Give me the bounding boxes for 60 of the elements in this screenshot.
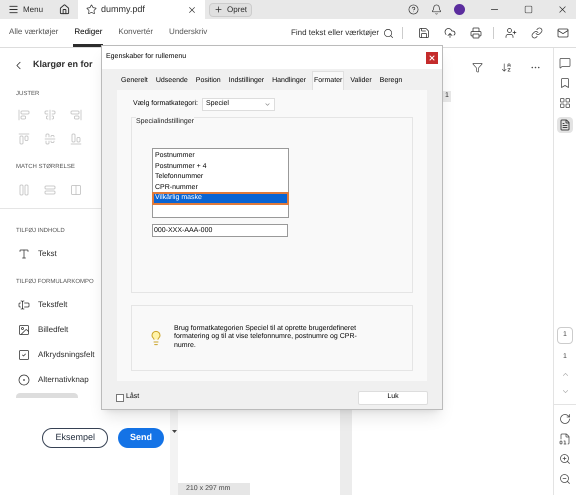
link-icon[interactable]: [531, 27, 543, 39]
new-tab-button[interactable]: Opret: [209, 2, 252, 16]
match-height-icon: [44, 184, 56, 196]
align-left-icon: [18, 109, 30, 121]
printer-icon[interactable]: [470, 27, 482, 39]
panel-title: Klargør en for: [33, 58, 93, 72]
search-icon[interactable]: [383, 28, 394, 38]
form-tool[interactable]: Afkrydsningsfelt: [18, 348, 152, 362]
comment-icon[interactable]: [559, 57, 571, 69]
form-tool[interactable]: Tekstfelt: [18, 298, 152, 312]
thumbnails-icon[interactable]: [559, 97, 571, 109]
chevron-down-icon: [264, 100, 271, 108]
home-icon: [59, 4, 70, 15]
mail-icon[interactable]: [557, 27, 569, 39]
bell-icon[interactable]: [431, 4, 442, 15]
document-tab[interactable]: dummy.pdf: [78, 0, 206, 19]
plus-icon: [214, 5, 224, 14]
help-icon[interactable]: [408, 4, 419, 15]
maximize-icon[interactable]: [524, 5, 533, 14]
align-middle-icon: [44, 133, 56, 145]
avatar[interactable]: [454, 4, 465, 15]
page-panel-button[interactable]: [557, 117, 573, 133]
save-icon[interactable]: [418, 27, 430, 39]
text-tool[interactable]: Tekst: [0, 248, 170, 260]
page-display-icon[interactable]: [559, 433, 571, 445]
zoom-out-icon[interactable]: [559, 473, 571, 485]
scroll-down-icon[interactable]: [172, 430, 176, 433]
sort-icon[interactable]: [501, 62, 512, 73]
match-size-icon: [70, 184, 82, 196]
close-button[interactable]: [426, 52, 438, 64]
toolbar-tab[interactable]: Alle værktøjer: [8, 19, 60, 47]
form-tool[interactable]: Alternativknap: [18, 373, 152, 387]
filter-icon[interactable]: [472, 62, 483, 73]
star-icon: [86, 4, 98, 15]
menu-icon: [8, 4, 19, 15]
zoom-in-icon[interactable]: [559, 453, 571, 465]
radio-icon: [18, 374, 30, 386]
panel-button[interactable]: Eksempel: [42, 428, 108, 448]
tab-title: dummy.pdf: [101, 2, 146, 16]
text-field-icon: [18, 299, 30, 311]
upload-icon[interactable]: [444, 27, 456, 39]
bookmark-icon[interactable]: [559, 77, 571, 89]
image-icon: [18, 324, 30, 336]
close-icon: [428, 54, 436, 62]
search-label[interactable]: Find tekst eller værktøjer: [290, 27, 379, 39]
form-tool[interactable]: Billedfelt: [18, 323, 152, 337]
add-user-icon[interactable]: [505, 27, 517, 39]
locked-checkbox[interactable]: [116, 394, 124, 402]
align-center-icon: [44, 109, 56, 121]
checkbox-icon: [18, 349, 30, 361]
rotate-icon[interactable]: [559, 413, 571, 425]
align-right-icon: [70, 109, 82, 121]
align-top-icon: [18, 133, 30, 145]
match-width-icon: [18, 184, 30, 196]
text-icon: [18, 248, 30, 260]
close-icon[interactable]: [557, 4, 568, 15]
close-icon[interactable]: [187, 4, 198, 14]
menu-button[interactable]: Menu: [0, 0, 52, 19]
panel-button[interactable]: Send: [118, 428, 164, 448]
align-bottom-icon: [70, 133, 82, 145]
